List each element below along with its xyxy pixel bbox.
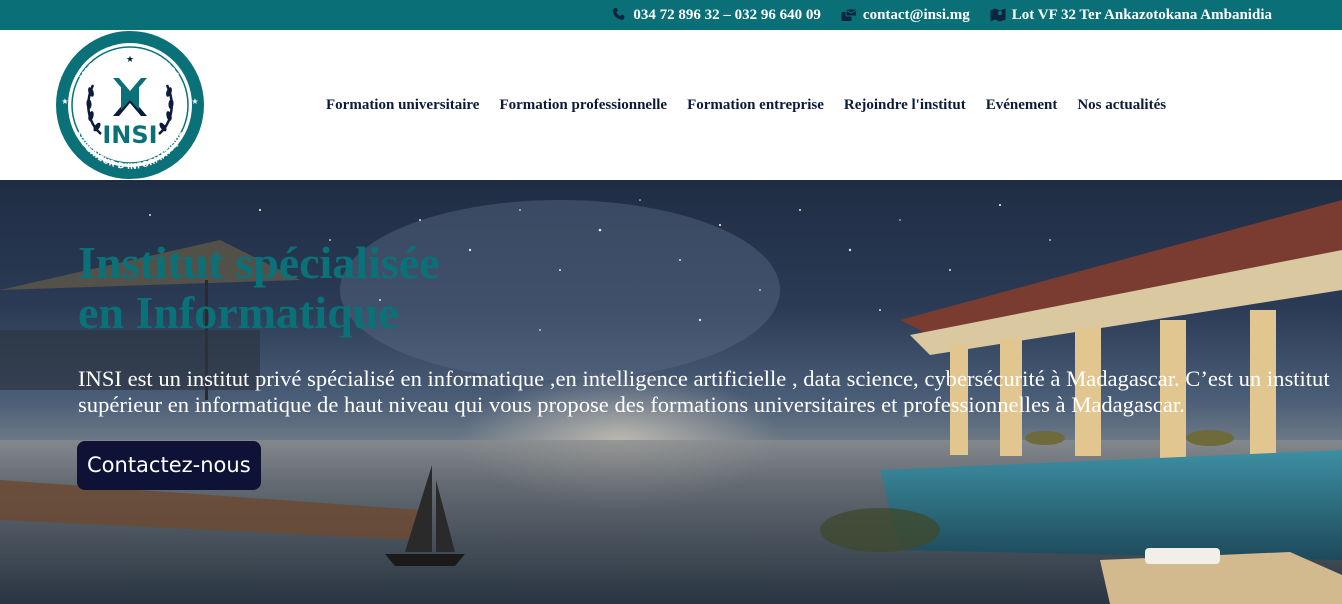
- nav-rejoindre-institut[interactable]: Rejoindre l'institut: [834, 94, 976, 116]
- contact-phone[interactable]: 034 72 896 32 – 032 96 640 09: [611, 7, 821, 24]
- hero-title: Institut spécialisée en Informatique: [78, 238, 638, 338]
- email-text: contact@insi.mg: [862, 6, 970, 23]
- contact-us-button[interactable]: Contactez-nous: [77, 441, 261, 490]
- svg-text:INSI: INSI: [102, 121, 157, 149]
- svg-text:★: ★: [126, 54, 134, 64]
- nav-formation-universitaire[interactable]: Formation universitaire: [316, 94, 489, 116]
- nav-evenement[interactable]: Evénement: [976, 94, 1068, 116]
- contact-address[interactable]: Lot VF 32 Ter Ankazotokana Ambanidia: [990, 7, 1272, 24]
- envelope-icon: [841, 8, 857, 21]
- insi-logo[interactable]: INSTITUT NATIONAL SUPERIEUR D'INFORMATIQ…: [55, 30, 205, 180]
- hero-title-line1: Institut spécialisée: [78, 237, 440, 288]
- svg-text:★: ★: [61, 97, 68, 106]
- phone-icon: [613, 7, 625, 20]
- contact-bar: 034 72 896 32 – 032 96 640 09 contact@in…: [0, 0, 1342, 30]
- hero-banner: Institut spécialisée en Informatique INS…: [0, 180, 1342, 604]
- nav-formation-professionnelle[interactable]: Formation professionnelle: [489, 94, 677, 116]
- map-icon: [990, 8, 1006, 22]
- address-text: Lot VF 32 Ter Ankazotokana Ambanidia: [1011, 6, 1272, 23]
- nav-actualites[interactable]: Nos actualités: [1067, 94, 1176, 116]
- nav-formation-entreprise[interactable]: Formation entreprise: [677, 94, 834, 116]
- hero-title-line2: en Informatique: [78, 287, 399, 338]
- hero-description: INSI est un institut privé spécialisé en…: [78, 366, 1330, 417]
- contact-email[interactable]: contact@insi.mg: [841, 7, 970, 24]
- site-header: INSTITUT NATIONAL SUPERIEUR D'INFORMATIQ…: [0, 30, 1342, 180]
- phone-text: 034 72 896 32 – 032 96 640 09: [633, 6, 821, 23]
- svg-text:★: ★: [191, 97, 198, 106]
- main-navigation: Formation universitaire Formation profes…: [316, 94, 1176, 116]
